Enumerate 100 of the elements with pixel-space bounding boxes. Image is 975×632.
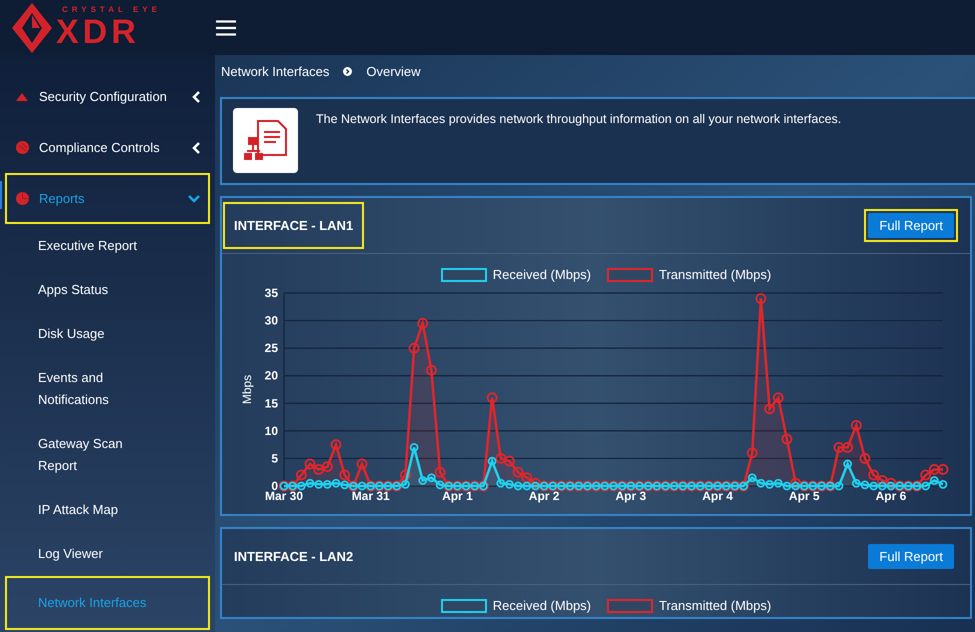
transmitted-point — [764, 403, 775, 414]
received-point — [410, 443, 418, 452]
transmitted-point — [842, 442, 854, 453]
chevron-left-icon — [192, 142, 200, 154]
transmitted-point — [756, 293, 766, 304]
received-point — [358, 482, 366, 490]
received-point — [306, 478, 314, 488]
y-tick-label: 10 — [264, 424, 278, 438]
transmitted-point — [782, 434, 792, 445]
received-point — [886, 482, 896, 490]
transmitted-point — [408, 342, 420, 354]
logo-icon — [12, 2, 52, 52]
received-point — [843, 460, 852, 468]
y-tick-label: 5 — [271, 451, 278, 466]
chevron-down-icon — [188, 194, 200, 202]
sidebar-item[interactable]: Reports — [5, 173, 210, 224]
transmitted-point — [296, 470, 307, 480]
received-point — [756, 478, 766, 488]
full-report-button[interactable]: Full Report — [868, 544, 954, 569]
received-point — [296, 482, 306, 490]
transmitted-point — [339, 470, 350, 480]
sidebar-item[interactable]: Compliance Controls — [5, 122, 210, 173]
y-tick-label: 35 — [264, 286, 278, 300]
chevron-circle-icon — [343, 67, 352, 76]
transmitted-point — [860, 453, 870, 464]
y-tick-label: 25 — [264, 341, 278, 356]
received-point — [869, 482, 878, 490]
x-tick-label: Mar 31 — [352, 489, 390, 503]
breadcrumb-current: Overview — [366, 62, 421, 81]
sidebar-subitem[interactable]: Disk Usage — [5, 312, 210, 356]
legend-label: Received (Mbps) — [492, 266, 592, 284]
info-text: The Network Interfaces provides network throughput information on all your network interfaces. — [316, 111, 842, 128]
received-point — [765, 480, 774, 489]
received-point — [834, 482, 844, 490]
received-point — [938, 480, 948, 489]
received-point — [782, 482, 792, 490]
transmitted-point — [521, 472, 532, 484]
transmitted-point — [417, 318, 428, 329]
sidebar-subitem[interactable]: Network Interfaces — [5, 576, 210, 630]
received-point — [921, 482, 930, 490]
sidebar-subitem[interactable]: Events and Notifications — [5, 356, 210, 422]
transmitted-point — [356, 458, 368, 470]
panel-title: INTERFACE - LAN2 — [233, 548, 354, 566]
breadcrumb-link[interactable]: Network Interfaces — [221, 62, 330, 82]
received-point — [401, 480, 410, 489]
pie-chart-icon — [16, 192, 28, 205]
transmitted-point — [426, 364, 437, 376]
transmitted-point — [886, 478, 896, 489]
received-point — [791, 482, 800, 490]
logo-text: XDR — [56, 14, 141, 50]
transmitted-point — [790, 478, 801, 489]
transmitted-point — [330, 439, 342, 450]
legend-label: Transmitted (Mbps) — [659, 266, 772, 284]
transmitted-point — [530, 478, 541, 489]
x-tick-label: Apr 5 — [788, 489, 820, 503]
received-point — [774, 478, 783, 488]
panel-title: INTERFACE - LAN1 — [223, 202, 364, 250]
sidebar-item[interactable]: Security Configuration — [5, 71, 210, 122]
full-report-button[interactable]: Full Report — [868, 213, 954, 238]
y-tick-label: 30 — [264, 314, 278, 328]
sidebar-subitem[interactable]: Log Viewer — [5, 532, 210, 576]
chevron-left-icon — [192, 90, 200, 102]
transmitted-point — [928, 464, 940, 475]
received-point — [514, 482, 523, 490]
received-point — [418, 476, 428, 485]
logo-tagline: CRYSTAL EYE — [61, 6, 161, 14]
report-icon — [233, 108, 298, 173]
transmitted-point — [920, 470, 932, 480]
transmitted-point — [938, 464, 948, 475]
x-tick-label: Apr 2 — [528, 489, 560, 503]
transmitted-point — [434, 466, 446, 478]
transmitted-point — [304, 458, 316, 470]
transmitted-point — [772, 392, 784, 404]
received-point — [878, 482, 887, 490]
transmitted-point — [834, 442, 844, 453]
transmitted-point — [313, 464, 324, 475]
triangle-icon — [16, 92, 28, 100]
x-tick-label: Apr 3 — [616, 489, 646, 503]
menu-icon[interactable] — [216, 20, 236, 36]
sidebar-subitem[interactable]: Gateway Scan Report — [5, 422, 210, 488]
x-tick-label: Apr 6 — [876, 489, 906, 503]
sidebar-subitem[interactable]: IP Attack Map — [5, 488, 210, 532]
received-point — [505, 480, 514, 489]
received-point — [332, 478, 340, 488]
transmitted-point — [495, 453, 506, 464]
received-point — [531, 482, 540, 490]
received-point — [427, 473, 436, 482]
received-point — [314, 480, 324, 489]
y-tick-label: 20 — [264, 368, 278, 383]
transmitted-point — [504, 456, 515, 467]
sidebar-subitem[interactable]: Apps Status — [5, 268, 210, 312]
received-point — [322, 480, 332, 489]
y-axis-label: Mbps — [240, 374, 254, 404]
sidebar-subitem[interactable]: Executive Report — [5, 224, 210, 268]
received-point — [436, 480, 444, 490]
transmitted-point — [868, 470, 880, 480]
transmitted-point — [400, 470, 411, 480]
received-point — [852, 478, 861, 488]
transmitted-point — [486, 392, 498, 404]
received-point — [496, 478, 506, 488]
